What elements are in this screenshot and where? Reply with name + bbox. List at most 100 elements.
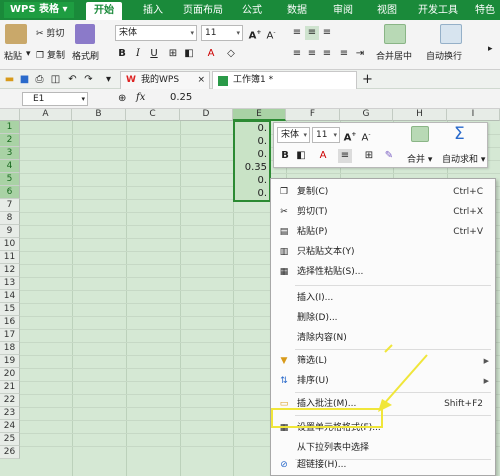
align-bottom-icon[interactable]: ≡ — [320, 26, 334, 40]
cell-e1[interactable]: 0. — [235, 122, 269, 135]
row-header-1[interactable]: 1 — [0, 121, 20, 134]
zoom-icon[interactable]: ⊕ — [118, 93, 126, 104]
select-all-corner[interactable] — [0, 109, 20, 121]
fill-color-icon[interactable]: ◧ — [182, 47, 196, 61]
tab-workbook[interactable]: 工作簿1 * — [212, 71, 357, 89]
menu-item-cut[interactable]: ✂ 剪切(T) Ctrl+X — [271, 202, 495, 222]
row-header-21[interactable]: 21 — [0, 381, 20, 394]
row-header-20[interactable]: 20 — [0, 368, 20, 381]
tab-my-wps[interactable]: W 我的WPS × — [120, 71, 210, 89]
font-color-icon[interactable]: A — [204, 47, 218, 61]
column-header-i[interactable]: I — [447, 109, 500, 121]
fill-color-icon[interactable]: ◧ — [294, 149, 308, 163]
row-header-25[interactable]: 25 — [0, 433, 20, 446]
tab-page-layout[interactable]: 页面布局 — [183, 4, 223, 18]
row-header-8[interactable]: 8 — [0, 212, 20, 225]
font-color-icon[interactable]: A — [316, 149, 330, 163]
align-center-icon[interactable]: ≡ — [338, 149, 352, 163]
border-icon[interactable]: ⊞ — [166, 47, 180, 61]
row-header-9[interactable]: 9 — [0, 225, 20, 238]
cell-e3[interactable]: 0. — [235, 148, 269, 161]
open-folder-icon[interactable]: ▬ — [4, 74, 15, 85]
mini-font-size-select[interactable]: 11 ▾ — [312, 127, 340, 143]
fx-button[interactable]: fx — [136, 92, 145, 103]
tab-view[interactable]: 视图 — [377, 4, 397, 18]
row-header-7[interactable]: 7 — [0, 199, 20, 212]
name-box[interactable]: E1 ▾ — [22, 92, 88, 106]
cut-button[interactable]: ✂ 剪切 — [36, 26, 64, 39]
font-size-select[interactable]: 11 ▾ — [201, 25, 243, 41]
bold-icon[interactable]: B — [115, 47, 129, 61]
row-header-3[interactable]: 3 — [0, 147, 20, 160]
row-header-22[interactable]: 22 — [0, 394, 20, 407]
tab-special[interactable]: 特色 — [475, 4, 495, 18]
row-header-12[interactable]: 12 — [0, 264, 20, 277]
font-name-select[interactable]: 宋体 ▾ — [115, 25, 197, 41]
menu-item-delete[interactable]: 删除(D)... — [271, 308, 495, 328]
paste-icon[interactable] — [5, 24, 27, 44]
customize-dropdown-icon[interactable]: ▾ — [103, 74, 114, 85]
close-icon[interactable]: × — [197, 72, 205, 89]
mini-font-name-select[interactable]: 宋体 ▾ — [277, 127, 310, 143]
format-painter-button[interactable]: 格式刷 — [72, 49, 99, 62]
redo-icon[interactable]: ↷ — [83, 74, 94, 85]
copy-button[interactable]: ❐ 复制 — [36, 48, 65, 61]
merge-center-icon[interactable] — [384, 24, 406, 44]
autosum-icon[interactable]: Σ — [454, 124, 465, 144]
tab-review[interactable]: 审阅 — [333, 4, 353, 18]
row-header-19[interactable]: 19 — [0, 355, 20, 368]
menu-item-hyperlink[interactable]: ⊘ 超链接(H)... — [271, 455, 495, 475]
auto-wrap-button[interactable]: 自动换行 — [426, 49, 462, 62]
font-shrink-icon[interactable]: A- — [359, 128, 373, 143]
align-right-icon[interactable]: ≡ — [320, 47, 334, 61]
cell-e2[interactable]: 0. — [235, 135, 269, 148]
row-header-11[interactable]: 11 — [0, 251, 20, 264]
menu-item-insert[interactable]: 插入(I)... — [271, 288, 495, 308]
menu-item-copy[interactable]: ❐ 复制(C) Ctrl+C — [271, 182, 495, 202]
cell-e6[interactable]: 0. — [235, 187, 269, 200]
row-header-23[interactable]: 23 — [0, 407, 20, 420]
clear-format-icon[interactable]: ◇ — [224, 47, 238, 61]
border-icon[interactable]: ⊞ — [362, 149, 376, 163]
column-header-f[interactable]: F — [286, 109, 340, 121]
row-header-10[interactable]: 10 — [0, 238, 20, 251]
tab-insert[interactable]: 插入 — [143, 4, 163, 18]
align-center-icon[interactable]: ≡ — [305, 47, 319, 61]
justify-icon[interactable]: ≡ — [337, 47, 351, 61]
merge-center-button[interactable]: 合并居中 — [376, 49, 412, 62]
menu-item-paste[interactable]: ▤ 粘贴(P) Ctrl+V — [271, 222, 495, 242]
format-painter-icon[interactable]: ✎ — [382, 149, 396, 163]
undo-icon[interactable]: ↶ — [67, 74, 78, 85]
merge-button[interactable]: 合并 ▾ — [407, 152, 432, 165]
row-header-17[interactable]: 17 — [0, 329, 20, 342]
tab-start[interactable]: 开始 — [86, 2, 122, 20]
row-header-18[interactable]: 18 — [0, 342, 20, 355]
menu-item-clear[interactable]: 清除内容(N) — [271, 328, 495, 348]
indent-icon[interactable]: ⇥ — [353, 47, 367, 61]
new-tab-button[interactable]: + — [362, 73, 373, 86]
underline-icon[interactable]: U — [147, 47, 161, 61]
formula-input[interactable]: 0.25 — [170, 92, 192, 103]
cell-e5[interactable]: 0. — [235, 174, 269, 187]
paste-dropdown[interactable]: ▾ — [26, 49, 31, 59]
font-grow-icon[interactable]: A+ — [343, 128, 357, 143]
italic-icon[interactable]: I — [131, 47, 145, 61]
row-header-5[interactable]: 5 — [0, 173, 20, 186]
tab-formulas[interactable]: 公式 — [242, 4, 262, 18]
row-header-16[interactable]: 16 — [0, 316, 20, 329]
menu-item-sort[interactable]: ⇅ 排序(U) ▶ — [271, 371, 495, 391]
row-header-26[interactable]: 26 — [0, 446, 20, 459]
tab-data[interactable]: 数据 — [287, 4, 307, 18]
row-header-6[interactable]: 6 — [0, 186, 20, 199]
row-header-24[interactable]: 24 — [0, 420, 20, 433]
print-preview-icon[interactable]: ◫ — [50, 74, 61, 85]
cell-e4[interactable]: 0.35 — [235, 161, 269, 174]
row-header-13[interactable]: 13 — [0, 277, 20, 290]
align-middle-icon[interactable]: ≡ — [305, 26, 319, 40]
menu-item-paste-text[interactable]: ▥ 只粘贴文本(Y) — [271, 242, 495, 262]
column-header-h[interactable]: H — [393, 109, 447, 121]
app-menu-button[interactable]: WPS 表格 ▾ — [4, 2, 74, 18]
menu-item-filter[interactable]: ▼ 筛选(L) ▶ — [271, 351, 495, 371]
row-header-4[interactable]: 4 — [0, 160, 20, 173]
font-shrink-icon[interactable]: A- — [264, 26, 278, 41]
